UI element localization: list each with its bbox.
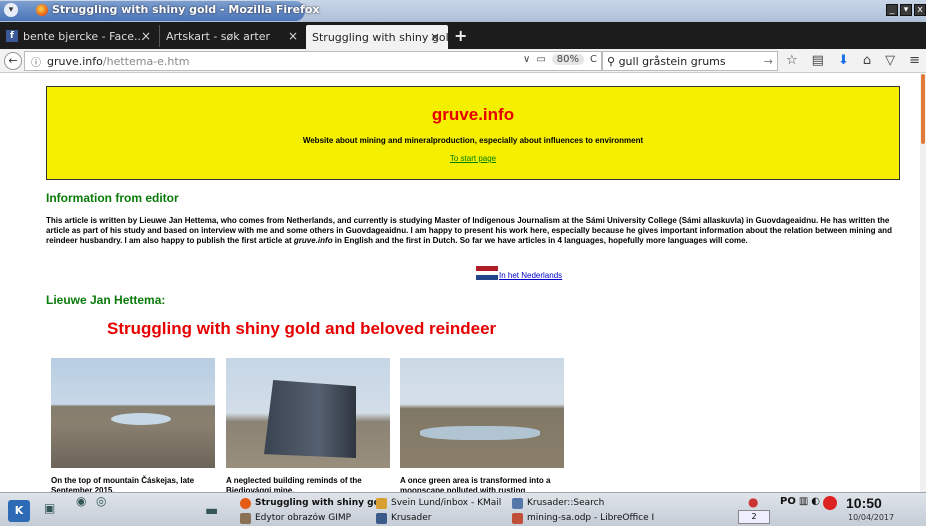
site-banner: gruve.info Website about mining and mine… <box>46 86 900 180</box>
url-path: /hettema-e.htm <box>102 54 190 68</box>
netherlands-flag-icon <box>476 266 498 281</box>
firefox-icon <box>36 4 48 16</box>
facebook-icon: f <box>6 30 18 42</box>
tab-close-icon[interactable]: × <box>141 29 151 43</box>
author-heading: Lieuwe Jan Hettema: <box>46 293 166 307</box>
task-krusader-search[interactable]: Krusader::Search <box>512 496 604 510</box>
quicklaunch-icon[interactable]: ◎ <box>96 494 106 508</box>
photo-caption: On the top of mountain Čáskejas, late Se… <box>51 476 195 492</box>
stop-icon[interactable] <box>823 496 838 510</box>
close-window-button[interactable]: x <box>914 4 926 16</box>
tab-label: Struggling with shiny gold <box>312 30 448 44</box>
url-dropdown-icon[interactable]: ∨ <box>523 54 530 65</box>
quicklaunch-icon[interactable]: ◉ <box>76 494 86 508</box>
home-icon[interactable]: ⌂ <box>863 53 871 68</box>
task-label: mining-sa.odp - LibreOffice I <box>527 513 655 523</box>
firefox-tray-icon[interactable]: ● <box>748 495 758 509</box>
url-bar[interactable]: ⓘ gruve.info/hettema-e.htm ∨ ▭ 80% C <box>24 51 602 71</box>
tab-struggling-active[interactable]: Struggling with shiny gold × <box>306 25 448 49</box>
back-button[interactable]: ← <box>4 52 22 70</box>
maximize-button[interactable]: ▾ <box>900 4 912 16</box>
task-label: Struggling with shiny gol <box>255 498 383 508</box>
task-label: Krusader::Search <box>527 498 605 508</box>
photo-polluted-area <box>400 358 564 468</box>
search-go-icon[interactable]: → <box>764 55 773 68</box>
task-krusader[interactable]: Krusader <box>376 511 431 525</box>
new-tab-button[interactable]: + <box>454 26 467 45</box>
tray-label[interactable]: PO <box>780 496 796 510</box>
tab-label: Artskart - søk arter <box>166 29 271 43</box>
hamburger-menu-icon[interactable]: ≡ <box>909 53 920 68</box>
tab-artskart[interactable]: Artskart - søk arter × <box>160 25 306 47</box>
task-libreoffice[interactable]: mining-sa.odp - LibreOffice I <box>512 511 654 525</box>
bookmark-star-icon[interactable]: ☆ <box>786 53 798 68</box>
task-label: Svein Lund/inbox - KMail <box>391 498 502 508</box>
download-icon[interactable]: ⬇ <box>838 53 849 68</box>
terminal-icon[interactable]: ▬ <box>205 503 218 519</box>
dutch-link-text[interactable]: In het Nederlands <box>499 271 562 280</box>
pocket-icon[interactable]: ▽ <box>885 53 895 68</box>
window-titlebar: ▾ Struggling with shiny gold - Mozilla F… <box>0 0 926 22</box>
editor-heading: Information from editor <box>46 191 179 205</box>
task-label: Edytor obrazów GIMP <box>255 513 352 523</box>
page-content: gruve.info Website about mining and mine… <box>0 74 926 492</box>
kde-menu-button[interactable]: K <box>8 500 30 522</box>
desktop-pager[interactable]: 2 <box>738 510 770 524</box>
search-value: gull gråstein grums <box>618 54 726 68</box>
task-gimp[interactable]: Edytor obrazów GIMP <box>240 511 351 525</box>
tab-facebook[interactable]: f bente bjercke - Face... × <box>0 25 160 47</box>
zoom-indicator[interactable]: 80% <box>551 54 585 65</box>
navigation-bar: ← ⓘ gruve.info/hettema-e.htm ∨ ▭ 80% C ⚲… <box>0 49 926 73</box>
reader-view-icon[interactable]: ▭ <box>536 54 545 65</box>
window-menu-button[interactable]: ▾ <box>4 3 18 17</box>
intro-paragraph: This article is written by Lieuwe Jan He… <box>46 216 906 246</box>
search-input[interactable]: ⚲ gull gråstein grums → <box>602 51 778 71</box>
tab-close-icon[interactable]: × <box>430 30 440 44</box>
window-title: Struggling with shiny gold - Mozilla Fir… <box>52 3 320 16</box>
site-info-icon[interactable]: ⓘ <box>31 54 41 69</box>
start-page-link[interactable]: To start page <box>450 154 496 163</box>
photo-mountain-lake <box>51 358 215 468</box>
task-label: Krusader <box>391 513 432 523</box>
reload-icon[interactable]: C <box>590 54 597 65</box>
site-subtitle: Website about mining and mineralproducti… <box>302 136 644 145</box>
desktop-icon[interactable]: ▣ <box>44 501 55 515</box>
task-kmail[interactable]: Svein Lund/inbox - KMail <box>376 496 501 510</box>
system-tray: PO ▥ ◐ <box>780 496 838 510</box>
reading-list-icon[interactable]: ▤ <box>812 53 824 68</box>
taskbar: K ▣ ◉ ◎ ▬ Struggling with shiny gol Svei… <box>0 492 926 526</box>
scrollbar-thumb[interactable] <box>921 74 925 144</box>
clock[interactable]: 10:50 <box>846 495 882 511</box>
volume-icon[interactable]: ◐ <box>811 496 820 510</box>
intro-site-name: gruve.info <box>293 236 333 245</box>
task-firefox[interactable]: Struggling with shiny gol <box>240 496 383 510</box>
article-title: Struggling with shiny gold and beloved r… <box>107 319 497 338</box>
site-title: gruve.info <box>431 105 515 124</box>
dutch-version-link[interactable]: In het Nederlands <box>476 266 562 281</box>
page-scrollbar[interactable] <box>920 74 926 492</box>
date: 10/04/2017 <box>848 513 895 522</box>
photo-abandoned-building <box>226 358 390 468</box>
network-icon[interactable]: ▥ <box>799 496 808 510</box>
url-host: gruve.info <box>47 54 103 68</box>
intro-text-part: in English and the first in Dutch. So fa… <box>332 236 748 245</box>
tab-close-icon[interactable]: × <box>288 29 298 43</box>
photo-caption: A once green area is transformed into a … <box>400 476 551 492</box>
minimize-button[interactable]: _ <box>886 4 898 16</box>
tab-label: bente bjercke - Face... <box>23 29 145 43</box>
search-icon: ⚲ <box>607 54 616 68</box>
photo-caption: A neglected building reminds of the Bied… <box>226 476 362 492</box>
